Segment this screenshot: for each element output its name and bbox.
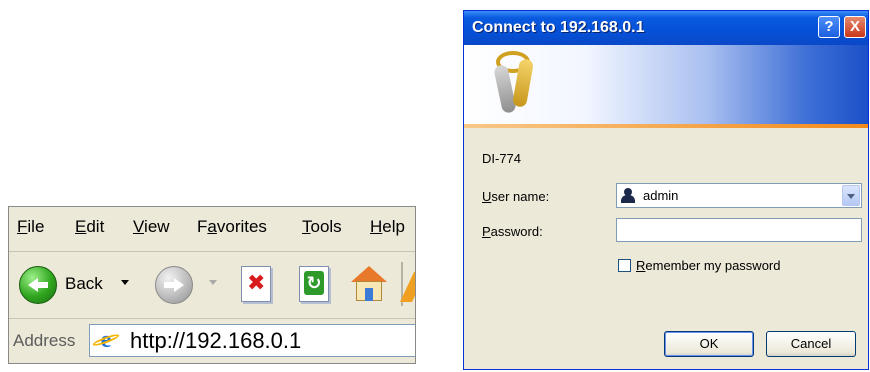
back-dropdown-arrow-icon[interactable] [121,280,129,285]
banner-decoration [754,55,854,121]
chevron-down-icon[interactable] [842,185,860,206]
address-bar: Address e http://192.168.0.1 [9,319,415,363]
stop-icon[interactable]: ✖ [241,266,271,302]
banner-stripe [464,124,868,128]
home-icon[interactable] [349,266,389,304]
back-button-label[interactable]: Back [65,274,103,294]
menu-favorites[interactable]: Favorites [197,217,267,237]
standard-toolbar: Back ✖ ↻ [9,252,415,319]
back-arrow-icon[interactable] [19,266,57,304]
ie-page-icon: e [94,328,118,352]
address-label: Address [13,331,76,350]
menu-bar: File Edit View Favorites Tools Help [9,207,415,252]
ok-button[interactable]: OK [664,331,754,357]
remember-password-label[interactable]: Remember my password [636,258,781,273]
user-icon [621,188,635,203]
menu-tools[interactable]: Tools [302,217,342,237]
dialog-title: Connect to 192.168.0.1 [472,19,645,36]
browser-toolbar-panel: File Edit View Favorites Tools Help Back… [8,206,416,364]
username-label: User name: [482,189,550,204]
cancel-button[interactable]: Cancel [766,331,856,357]
keys-icon [484,51,544,117]
remember-password-checkbox[interactable] [618,259,631,272]
menu-view[interactable]: View [133,217,170,237]
username-value[interactable]: admin [643,188,678,203]
dialog-banner [464,45,868,128]
dialog-titlebar[interactable]: Connect to 192.168.0.1 ? X [464,11,868,45]
realm-label: DI-774 [482,151,522,166]
password-label: Password: [482,224,543,239]
forward-arrow-icon[interactable] [155,266,193,304]
username-combobox[interactable]: admin [616,183,862,208]
address-value[interactable]: http://192.168.0.1 [130,328,301,354]
password-field[interactable] [616,218,862,242]
help-button[interactable]: ? [818,16,840,38]
close-button[interactable]: X [844,16,866,38]
forward-dropdown-arrow-icon[interactable] [209,280,217,285]
address-input[interactable]: e http://192.168.0.1 [89,324,415,357]
menu-edit[interactable]: Edit [75,217,104,237]
menu-file[interactable]: File [17,217,44,237]
menu-help[interactable]: Help [370,217,405,237]
refresh-icon[interactable]: ↻ [299,266,329,302]
connect-dialog: Connect to 192.168.0.1 ? X DI-774 User n… [463,10,869,370]
